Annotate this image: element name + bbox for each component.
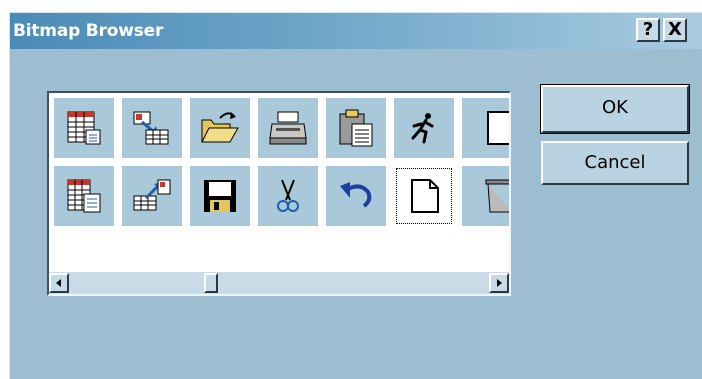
bitmap-cell[interactable] — [462, 98, 509, 158]
ok-button[interactable]: OK — [540, 84, 690, 134]
bitmap-cell[interactable] — [122, 166, 182, 226]
bitmap-cell[interactable] — [190, 166, 250, 226]
bitmap-cell[interactable] — [462, 166, 509, 226]
bitmap-cell[interactable] — [394, 98, 454, 158]
window-title: Bitmap Browser — [13, 21, 164, 41]
bitmap-cell[interactable] — [258, 166, 318, 226]
scroll-thumb[interactable] — [204, 273, 218, 293]
bitmap-cell-selected[interactable] — [394, 166, 454, 226]
bitmap-cell[interactable] — [122, 98, 182, 158]
undo-arrow-icon — [340, 182, 372, 208]
save-disk-icon — [204, 180, 236, 212]
bitmap-browser-dialog: Bitmap Browser ? X OK Cancel — [9, 12, 702, 379]
bitmap-cell[interactable] — [54, 166, 114, 226]
spreadsheet-alt-icon — [67, 179, 101, 213]
cut-scissors-icon — [277, 179, 299, 212]
new-page-icon — [411, 179, 439, 213]
open-folder-icon — [201, 112, 239, 143]
scroll-right-button[interactable] — [489, 273, 509, 293]
export-data-icon — [133, 179, 171, 211]
delete-trash-icon — [485, 179, 509, 213]
title-bar[interactable]: Bitmap Browser ? X — [10, 13, 702, 49]
printer-icon — [269, 111, 307, 145]
spreadsheet-icon — [67, 111, 101, 145]
run-icon — [411, 113, 434, 144]
arrow-right-icon — [497, 279, 502, 287]
close-button[interactable]: X — [663, 18, 687, 42]
partial-page-icon — [487, 111, 509, 145]
bitmap-cell[interactable] — [258, 98, 318, 158]
bitmap-cell[interactable] — [54, 98, 114, 158]
scroll-left-button[interactable] — [49, 273, 69, 293]
cancel-button[interactable]: Cancel — [541, 141, 689, 185]
bitmap-cell[interactable] — [326, 166, 386, 226]
arrow-left-icon — [56, 279, 61, 287]
bitmap-list[interactable] — [47, 91, 511, 296]
horizontal-scrollbar[interactable] — [49, 271, 509, 294]
help-button[interactable]: ? — [636, 18, 660, 42]
paste-clipboard-icon — [339, 109, 373, 147]
bitmap-cell[interactable] — [190, 98, 250, 158]
bitmap-cell[interactable] — [326, 98, 386, 158]
import-data-icon — [133, 111, 169, 145]
